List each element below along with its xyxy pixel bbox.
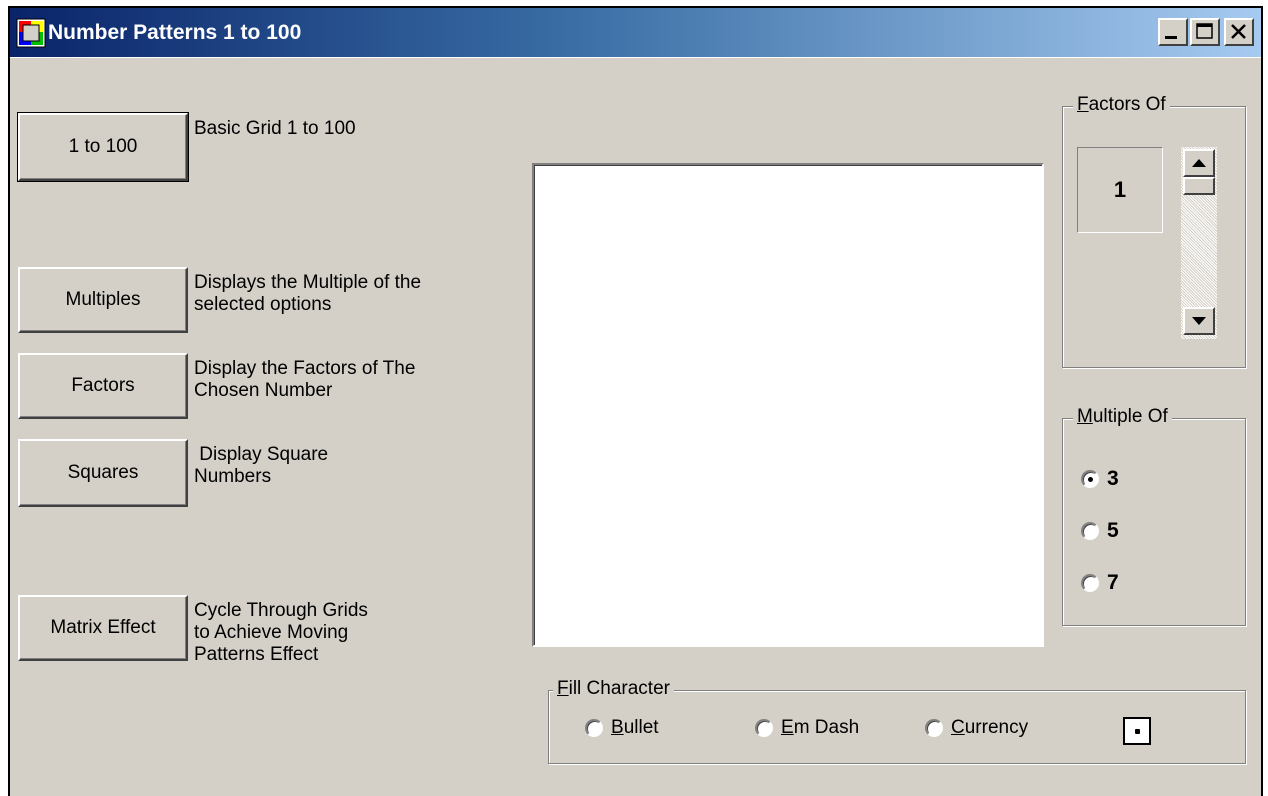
close-button[interactable]: [1224, 18, 1254, 46]
matrix-effect-button[interactable]: Matrix Effect: [18, 595, 188, 661]
minimize-icon: [1165, 36, 1177, 39]
multiple-of-group: Multiple Of 3 5 7: [1062, 406, 1246, 626]
grid-1-to-100-button[interactable]: 1 to 100: [17, 112, 189, 182]
matrix-effect-description: Cycle Through Grids to Achieve Moving Pa…: [194, 600, 368, 665]
radio-7[interactable]: [1081, 574, 1099, 592]
grid-1-to-100-description: Basic Grid 1 to 100: [194, 118, 356, 139]
squares-button[interactable]: Squares: [18, 439, 188, 507]
grid-display-area: [532, 163, 1044, 647]
factors-description: Display the Factors of The Chosen Number: [194, 358, 416, 401]
radio-currency[interactable]: [925, 719, 943, 737]
app-window: Number Patterns 1 to 100 1 to 100 Basic …: [8, 6, 1263, 796]
fill-em-dash-option[interactable]: Em Dash: [755, 717, 859, 739]
multiple-of-label: Multiple Of: [1073, 406, 1172, 428]
multiple-of-7-option[interactable]: 7: [1081, 571, 1119, 595]
scroll-up-button[interactable]: [1183, 149, 1215, 177]
fill-character-group: Fill Character Bullet Em Dash Currency: [548, 678, 1246, 764]
radio-5[interactable]: [1081, 522, 1099, 540]
maximize-icon: [1196, 23, 1213, 39]
fill-bullet-option[interactable]: Bullet: [585, 717, 659, 739]
window-title: Number Patterns 1 to 100: [48, 21, 302, 44]
multiple-of-3-option[interactable]: 3: [1081, 467, 1119, 491]
multiple-of-5-option[interactable]: 5: [1081, 519, 1119, 543]
multiples-button[interactable]: Multiples: [18, 267, 188, 333]
fill-symbol-preview-button[interactable]: [1123, 717, 1151, 745]
maximize-button[interactable]: [1190, 18, 1220, 46]
fill-currency-option[interactable]: Currency: [925, 717, 1028, 739]
multiples-description: Displays the Multiple of the selected op…: [194, 272, 422, 315]
arrow-down-icon: [1192, 317, 1206, 325]
title-bar[interactable]: Number Patterns 1 to 100: [10, 8, 1261, 58]
radio-em-dash[interactable]: [755, 719, 773, 737]
squares-description: Display Square Numbers: [194, 444, 329, 487]
factor-scrollbar[interactable]: [1181, 147, 1217, 339]
factors-button[interactable]: Factors: [18, 353, 188, 419]
factors-of-label: Factors Of: [1073, 94, 1170, 116]
factors-of-group: Factors Of 1: [1062, 94, 1246, 368]
radio-bullet[interactable]: [585, 719, 603, 737]
radio-3[interactable]: [1081, 470, 1099, 488]
scroll-thumb[interactable]: [1183, 177, 1215, 195]
app-icon: [16, 18, 46, 48]
minimize-button[interactable]: [1158, 18, 1188, 46]
factor-number-display: 1: [1077, 147, 1163, 233]
fill-character-label: Fill Character: [553, 678, 674, 700]
arrow-up-icon: [1192, 159, 1206, 167]
close-icon: [1231, 24, 1246, 39]
scroll-down-button[interactable]: [1183, 307, 1215, 335]
